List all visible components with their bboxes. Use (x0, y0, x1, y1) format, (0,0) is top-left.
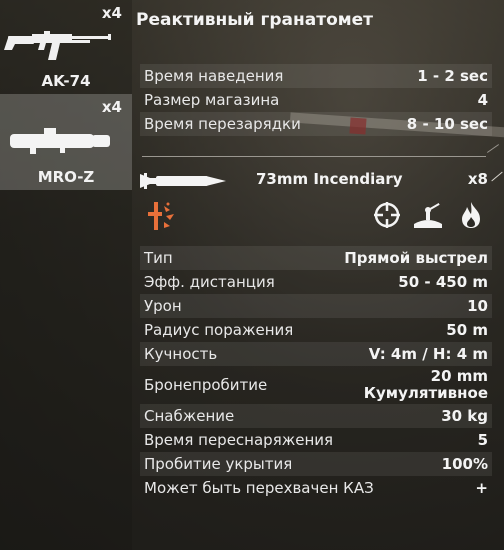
stat-row: Время перезарядки 8 - 10 sec (140, 112, 492, 136)
stat-value: 50 - 450 m (398, 273, 488, 291)
crosshair-icon (374, 202, 400, 228)
stat-value: 8 - 10 sec (406, 115, 488, 133)
stat-label: Размер магазина (144, 91, 280, 109)
section-divider (142, 156, 486, 157)
weapon-list: x4 AK-74 x4 MRO-Z (0, 0, 132, 550)
weapon-slot-mro-z[interactable]: x4 MRO-Z (0, 94, 132, 190)
ammo-name: 73mm Incendiary (256, 170, 403, 188)
soldier-prone-icon (414, 203, 442, 228)
stat-label: Радиус поражения (144, 321, 294, 339)
stat-value: V: 4m / H: 4 m (368, 345, 488, 363)
weapon-name: AK-74 (41, 72, 91, 90)
stat-label: Время наведения (144, 67, 284, 85)
stat-label: Время перезарядки (144, 115, 301, 133)
ammo-stat-row: Урон 10 (140, 294, 492, 318)
weapon-count: x4 (101, 4, 122, 22)
stat-label: Бронепробитие (144, 376, 268, 394)
stat-label: Тип (144, 249, 173, 267)
ammo-stat-row: Может быть перехвачен КАЗ + (140, 476, 492, 500)
weapon-count: x4 (101, 98, 122, 116)
ammo-stat-row: Эфф. дистанция 50 - 450 m (140, 270, 492, 294)
stat-value: 4 (477, 91, 488, 109)
stat-value: 30 kg (441, 407, 488, 425)
stat-value: 5 (477, 431, 488, 449)
ammo-trait-icons (140, 198, 492, 234)
stat-label: Снабжение (144, 407, 235, 425)
ammo-stat-row: Бронепробитие 20 mm Кумулятивное (140, 366, 492, 404)
launcher-icon (10, 128, 110, 154)
weapon-slot-ak74[interactable]: x4 AK-74 (0, 0, 132, 94)
stat-label: Кучность (144, 345, 218, 363)
ammo-stat-row: Кучность V: 4m / H: 4 m (140, 342, 492, 366)
stat-value: + (475, 479, 488, 497)
stat-value: Прямой выстрел (344, 249, 488, 267)
stat-value: 1 - 2 sec (417, 67, 488, 85)
ammo-selector[interactable]: 73mm Incendiary x8 (136, 166, 504, 194)
weapon-class-title: Реактивный гранатомет (136, 10, 374, 30)
ammo-stat-row: Радиус поражения 50 m (140, 318, 492, 342)
rifle-icon (4, 31, 111, 60)
stat-row: Размер магазина 4 (140, 88, 492, 112)
ammo-stat-row: Снабжение 30 kg (140, 404, 492, 428)
weapon-name: MRO-Z (37, 168, 95, 186)
stat-value: 20 mm Кумулятивное (364, 368, 488, 402)
ammo-stat-row: Тип Прямой выстрел (140, 246, 492, 270)
explosion-icon (148, 202, 174, 230)
stat-row: Время наведения 1 - 2 sec (140, 64, 492, 88)
rocket-icon (140, 173, 226, 189)
stat-value: 50 m (446, 321, 488, 339)
stat-label: Эфф. дистанция (144, 273, 275, 291)
stat-value: 10 (467, 297, 488, 315)
ammo-stat-row: Пробитие укрытия 100% (140, 452, 492, 476)
ammo-stat-row: Время переснаряжения 5 (140, 428, 492, 452)
ammo-corner (491, 171, 503, 182)
stat-value: 100% (441, 455, 488, 473)
ammo-count: x8 (467, 170, 488, 188)
stat-label: Пробитие укрытия (144, 455, 293, 473)
stat-label: Может быть перехвачен КАЗ (144, 479, 374, 497)
stat-label: Урон (144, 297, 182, 315)
fire-icon (462, 202, 480, 228)
stat-value-line: 20 mm (430, 367, 488, 385)
stat-label: Время переснаряжения (144, 431, 334, 449)
stat-value-line: Кумулятивное (363, 384, 488, 402)
